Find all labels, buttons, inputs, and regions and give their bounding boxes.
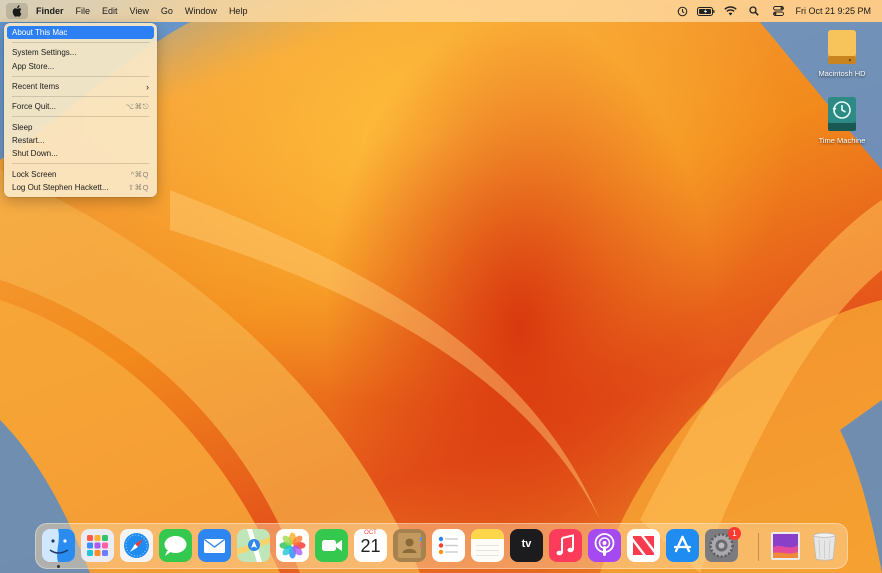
time-machine-drive-icon (828, 97, 856, 131)
dock-messages[interactable] (159, 529, 192, 562)
desktop-icon-label: Macintosh HD (818, 69, 866, 78)
desktop-icon-time-machine[interactable]: Time Machine (807, 95, 877, 145)
menu-item-label: Shut Down... (12, 149, 58, 159)
desktop-icon-label: Time Machine (818, 136, 866, 145)
apple-menu-dropdown: About This Mac System Settings... App St… (4, 23, 157, 197)
menu-item-shortcut: ⇧⌘Q (127, 182, 149, 192)
menu-item-lock-screen[interactable]: Lock Screen ^⌘Q (7, 167, 154, 180)
time-machine-icon[interactable] (672, 3, 692, 19)
menu-item-force-quit[interactable]: Force Quit... ⌥⌘⎋ (7, 100, 154, 113)
spotlight-icon[interactable] (744, 3, 764, 19)
podcasts-icon (588, 529, 621, 562)
menu-item-system-settings[interactable]: System Settings... (7, 46, 154, 59)
menu-item-shut-down[interactable]: Shut Down... (7, 147, 154, 160)
menu-item-label: Lock Screen (12, 169, 57, 179)
menu-item-label: About This Mac (12, 28, 68, 38)
dock-music[interactable] (549, 529, 582, 562)
menu-item-label: Log Out Stephen Hackett... (12, 182, 109, 192)
menu-separator (12, 163, 149, 165)
tv-label: tv (521, 538, 532, 550)
menu-finder[interactable]: Finder (30, 3, 70, 19)
menu-separator (12, 116, 149, 118)
menu-separator (12, 75, 149, 77)
music-icon (549, 529, 582, 562)
downloads-folder-icon (771, 532, 800, 560)
launchpad-icon (81, 529, 114, 562)
menu-item-log-out[interactable]: Log Out Stephen Hackett... ⇧⌘Q (7, 181, 154, 194)
dock-notes[interactable] (471, 529, 504, 562)
menu-item-label: Restart... (12, 135, 45, 145)
menu-help[interactable]: Help (223, 3, 254, 19)
menu-item-restart[interactable]: Restart... (7, 134, 154, 147)
dock: OCT 21 tv 1 (35, 523, 848, 569)
news-icon (627, 529, 660, 562)
dock-facetime[interactable] (315, 529, 348, 562)
dock-system-settings[interactable]: 1 (705, 527, 741, 562)
dock-photos[interactable] (276, 529, 309, 562)
menu-item-about-this-mac[interactable]: About This Mac (7, 26, 154, 40)
menu-item-label: Recent Items (12, 82, 60, 92)
dock-launchpad[interactable] (81, 529, 114, 562)
contacts-icon (393, 529, 426, 562)
facetime-icon (315, 529, 348, 562)
wifi-icon[interactable] (720, 3, 740, 19)
menu-separator (12, 96, 149, 98)
menu-item-shortcut: ⌥⌘⎋ (125, 101, 149, 111)
hard-drive-icon (828, 30, 856, 64)
dock-reminders[interactable] (432, 529, 465, 562)
menu-item-recent-items[interactable]: Recent Items › (7, 80, 154, 93)
safari-icon (120, 529, 153, 562)
menu-file[interactable]: File (70, 3, 97, 19)
dock-calendar[interactable]: OCT 21 (354, 529, 387, 562)
menubar-clock[interactable]: Fri Oct 21 9:25 PM (790, 6, 876, 16)
apple-menu-button[interactable] (6, 3, 28, 19)
chevron-right-icon: › (146, 81, 149, 92)
menu-separator (12, 42, 149, 44)
battery-icon[interactable] (696, 3, 716, 19)
menu-edit[interactable]: Edit (96, 3, 124, 19)
mail-icon (198, 529, 231, 562)
dock-tv[interactable]: tv (510, 529, 543, 562)
menu-item-sleep[interactable]: Sleep (7, 120, 154, 133)
menu-view[interactable]: View (124, 3, 155, 19)
finder-icon (42, 529, 75, 562)
menu-item-shortcut: ^⌘Q (130, 169, 149, 179)
menu-item-label: Sleep (12, 122, 33, 132)
menu-item-app-store[interactable]: App Store... (7, 60, 154, 73)
dock-podcasts[interactable] (588, 529, 621, 562)
dock-safari[interactable] (120, 529, 153, 562)
notes-icon (471, 529, 504, 562)
menu-window[interactable]: Window (179, 3, 223, 19)
reminders-icon (432, 529, 465, 562)
menu-item-label: System Settings... (12, 48, 77, 58)
apple-logo-icon (12, 5, 22, 17)
dock-separator (758, 533, 759, 561)
calendar-day: 21 (360, 536, 381, 556)
photos-icon (276, 529, 309, 562)
dock-downloads-stack[interactable] (769, 529, 802, 562)
control-center-icon[interactable] (768, 3, 788, 19)
dock-news[interactable] (627, 529, 660, 562)
app-store-icon (666, 529, 699, 562)
messages-icon (159, 529, 192, 562)
menu-item-label: App Store... (12, 61, 55, 71)
menu-go[interactable]: Go (155, 3, 179, 19)
dock-maps[interactable] (237, 529, 270, 562)
menu-bar: Finder File Edit View Go Window Help Fri… (0, 0, 882, 22)
trash-icon (813, 532, 836, 561)
dock-trash[interactable] (808, 529, 841, 562)
dock-app-store[interactable] (666, 529, 699, 562)
dock-finder[interactable] (42, 529, 75, 562)
maps-icon (237, 529, 270, 562)
desktop-icon-macintosh-hd[interactable]: Macintosh HD (807, 28, 877, 78)
notification-badge: 1 (728, 527, 741, 540)
running-indicator (57, 565, 60, 568)
dock-contacts[interactable] (393, 529, 426, 562)
menu-item-label: Force Quit... (12, 102, 57, 112)
dock-mail[interactable] (198, 529, 231, 562)
